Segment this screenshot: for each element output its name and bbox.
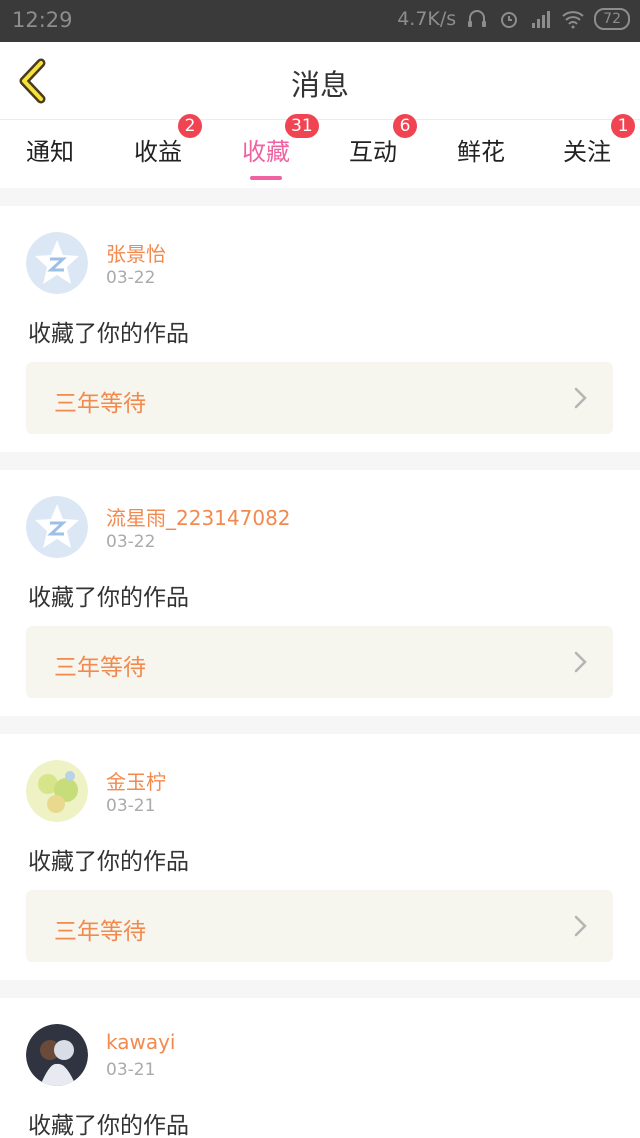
- chevron-right-icon: [574, 651, 587, 673]
- tab-flowers[interactable]: 鲜花: [457, 132, 505, 167]
- battery-indicator: 72: [594, 8, 630, 30]
- work-title: 三年等待: [54, 919, 146, 945]
- status-icons: 4.7K/s 72: [397, 8, 630, 30]
- message-text: 收藏了你的作品: [28, 321, 189, 347]
- tab-bar: 通知 收益 2 收藏 31 互动 6 鲜花 关注 1: [0, 114, 640, 188]
- avatar[interactable]: [26, 496, 88, 558]
- message-date: 03-22: [106, 268, 156, 288]
- status-bar: 12:29 4.7K/s 72: [0, 0, 640, 42]
- tab-income[interactable]: 收益: [134, 132, 182, 167]
- active-tab-indicator: [250, 176, 282, 180]
- tab-label: 收藏: [242, 138, 290, 166]
- avatar[interactable]: [26, 760, 88, 822]
- message-card: 张景怡 03-22 收藏了你的作品 三年等待: [0, 206, 640, 452]
- message-text: 收藏了你的作品: [28, 1113, 189, 1138]
- work-link[interactable]: 三年等待: [26, 890, 613, 962]
- avatar[interactable]: [26, 1024, 88, 1086]
- headset-icon: [466, 9, 488, 29]
- favorites-badge: 31: [285, 114, 319, 138]
- message-date: 03-21: [106, 1060, 156, 1080]
- work-link[interactable]: 三年等待: [26, 362, 613, 434]
- tab-label: 互动: [349, 138, 397, 166]
- interaction-badge: 6: [393, 114, 417, 138]
- tab-follow[interactable]: 关注: [563, 132, 611, 167]
- user-name[interactable]: 金玉柠: [106, 766, 166, 795]
- alarm-icon: [498, 9, 520, 29]
- default-avatar-icon: [26, 496, 88, 558]
- user-name[interactable]: kawayi: [106, 1030, 176, 1054]
- default-avatar-icon: [26, 232, 88, 294]
- user-name[interactable]: 流星雨_223147082: [106, 502, 291, 531]
- message-text: 收藏了你的作品: [28, 585, 189, 611]
- work-title: 三年等待: [54, 391, 146, 417]
- tab-notice[interactable]: 通知: [26, 132, 74, 167]
- app-header: 消息: [0, 42, 640, 120]
- work-title: 三年等待: [54, 655, 146, 681]
- net-speed: 4.7K/s: [397, 8, 457, 30]
- income-badge: 2: [178, 114, 202, 138]
- message-card: kawayi 03-21 收藏了你的作品: [0, 998, 640, 1138]
- message-date: 03-21: [106, 796, 156, 816]
- work-link[interactable]: 三年等待: [26, 626, 613, 698]
- chevron-right-icon: [574, 387, 587, 409]
- page-title: 消息: [290, 68, 349, 102]
- message-card: 流星雨_223147082 03-22 收藏了你的作品 三年等待: [0, 470, 640, 716]
- chevron-right-icon: [574, 915, 587, 937]
- avatar[interactable]: [26, 232, 88, 294]
- wifi-icon: [562, 9, 584, 29]
- user-name[interactable]: 张景怡: [106, 238, 166, 267]
- user-avatar-illustration: [26, 1024, 88, 1086]
- user-avatar-illustration: [26, 760, 88, 822]
- tab-interaction[interactable]: 互动: [349, 132, 397, 167]
- status-time: 12:29: [12, 8, 73, 32]
- tab-label: 收益: [134, 138, 182, 166]
- message-text: 收藏了你的作品: [28, 849, 189, 875]
- signal-icon: [530, 9, 552, 29]
- follow-badge: 1: [611, 114, 635, 138]
- tab-label: 关注: [563, 138, 611, 166]
- tab-favorites[interactable]: 收藏: [242, 132, 290, 180]
- message-date: 03-22: [106, 532, 156, 552]
- tab-label: 通知: [26, 138, 74, 166]
- tab-label: 鲜花: [457, 138, 505, 166]
- message-card: 金玉柠 03-21 收藏了你的作品 三年等待: [0, 734, 640, 980]
